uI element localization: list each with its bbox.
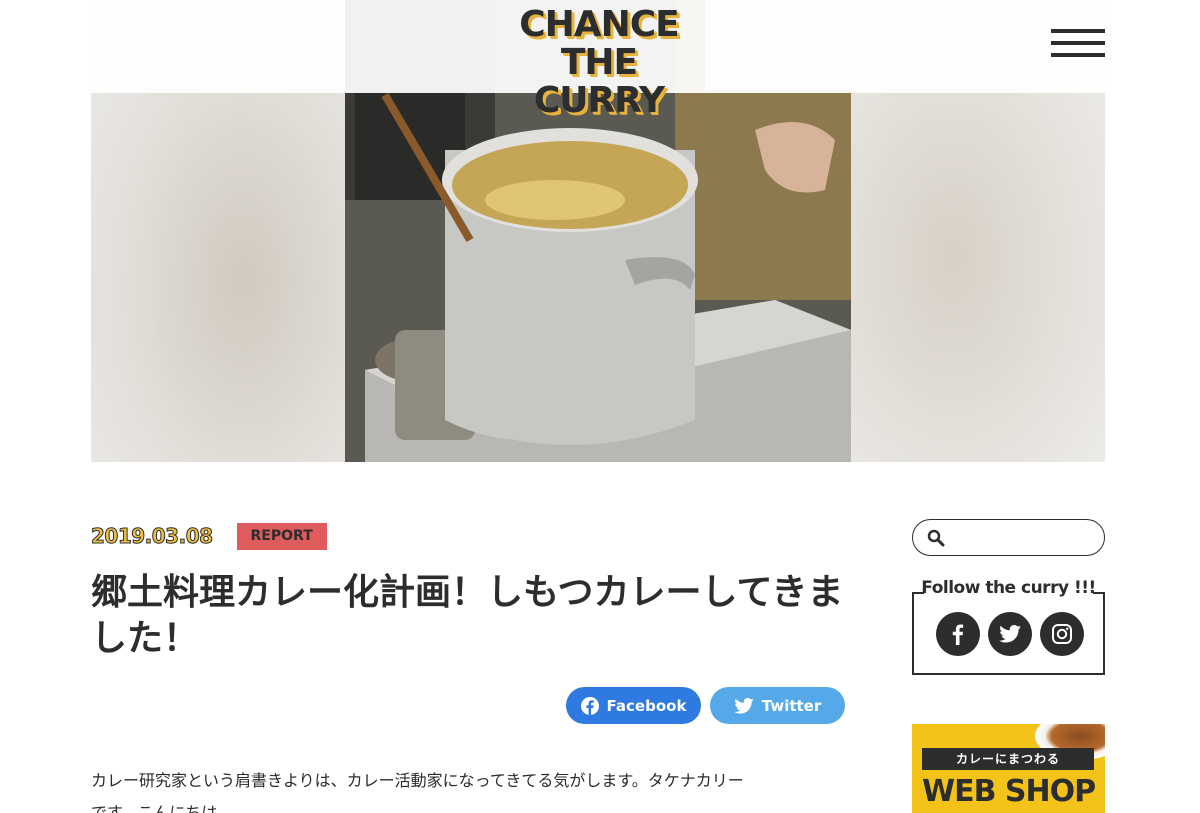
- category-tag[interactable]: REPORT: [236, 522, 327, 550]
- menu-bar: [1051, 41, 1105, 45]
- facebook-link[interactable]: [936, 612, 980, 656]
- share-twitter-button[interactable]: Twitter: [710, 687, 845, 724]
- menu-icon[interactable]: [1051, 29, 1105, 59]
- twitter-icon: [734, 697, 754, 714]
- web-shop-banner[interactable]: カレーにまつわる WEB SHOP: [912, 724, 1105, 813]
- twitter-link[interactable]: [988, 612, 1032, 656]
- follow-box: Follow the curry !!!: [912, 578, 1105, 675]
- site-header: CHANCE THE CURRY: [91, 0, 1105, 120]
- facebook-icon: [952, 624, 964, 645]
- search-icon: [927, 529, 945, 547]
- share-twitter-label: Twitter: [761, 696, 822, 715]
- share-facebook-label: Facebook: [606, 696, 687, 715]
- banner-subtitle: カレーにまつわる: [922, 748, 1094, 770]
- share-facebook-button[interactable]: Facebook: [566, 687, 701, 724]
- article-meta: 2019.03.08 REPORT: [91, 522, 327, 550]
- menu-bar: [1051, 53, 1105, 57]
- search-box[interactable]: [912, 519, 1105, 556]
- twitter-icon: [999, 625, 1021, 643]
- instagram-link[interactable]: [1040, 612, 1084, 656]
- banner-title: WEB SHOP: [922, 774, 1096, 809]
- instagram-icon: [1052, 624, 1072, 644]
- article-body: カレー研究家という肩書きよりは、カレー活動家になってきてる気がします。タケナカリ…: [91, 771, 744, 813]
- article-title: 郷土料理カレー化計画！しもつカレーしてきました！: [91, 572, 844, 659]
- search-input[interactable]: [953, 524, 1093, 551]
- menu-bar: [1051, 29, 1105, 33]
- follow-title: Follow the curry !!!: [921, 578, 1096, 598]
- logo-line-1: CHANCE: [519, 4, 680, 45]
- logo-line-2: THE CURRY: [533, 42, 665, 121]
- post-date: 2019.03.08: [91, 524, 214, 549]
- site-logo[interactable]: CHANCE THE CURRY: [506, 6, 692, 120]
- facebook-icon: [580, 696, 599, 715]
